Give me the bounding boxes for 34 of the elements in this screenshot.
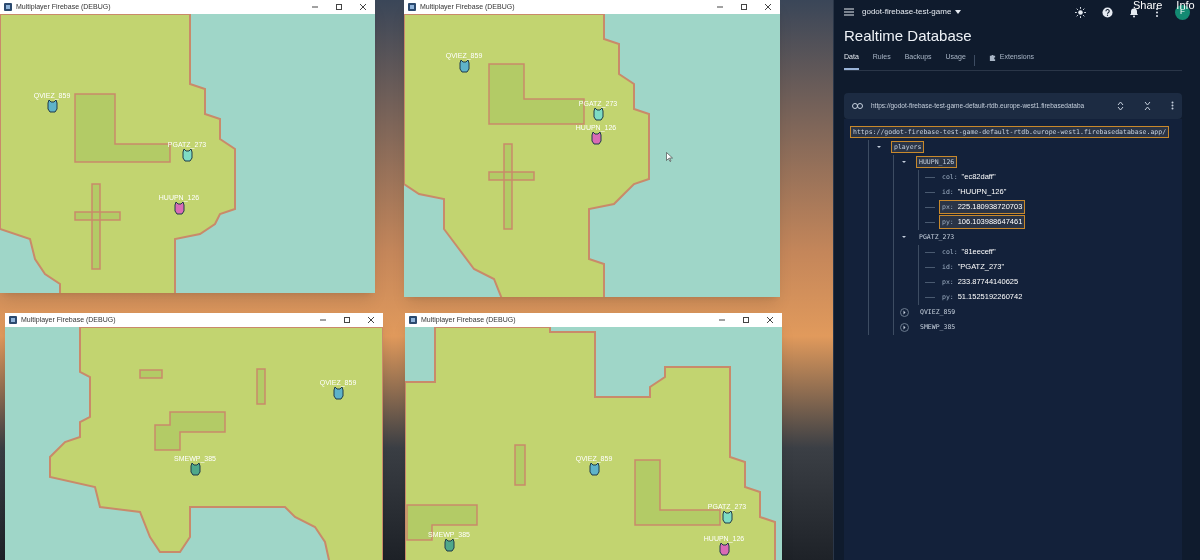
collapse-all-icon[interactable] (1144, 100, 1151, 111)
close-icon[interactable] (367, 316, 375, 324)
overlay-label[interactable]: Share (1133, 0, 1163, 11)
close-icon[interactable] (766, 316, 774, 324)
maximize-icon[interactable] (335, 3, 343, 11)
app-icon (409, 316, 417, 324)
expand-caret-icon[interactable] (900, 158, 908, 166)
app-icon (408, 3, 416, 11)
menu-icon[interactable] (844, 8, 854, 16)
app-icon (9, 316, 17, 324)
more-vert-icon[interactable] (1171, 101, 1174, 110)
page-title: Realtime Database (844, 26, 972, 46)
help-icon[interactable] (1102, 6, 1113, 18)
expand-caret-icon[interactable] (900, 233, 908, 241)
maximize-icon[interactable] (343, 316, 351, 324)
expand-all-icon[interactable] (1117, 100, 1124, 111)
close-icon[interactable] (764, 3, 772, 11)
collapsed-caret-icon[interactable] (900, 322, 909, 332)
link-icon (852, 102, 863, 109)
minimize-icon[interactable] (716, 3, 724, 11)
expand-caret-icon[interactable] (875, 143, 883, 151)
close-icon[interactable] (359, 3, 367, 11)
collapsed-caret-icon[interactable] (900, 307, 909, 317)
caret-icon (955, 10, 962, 14)
maximize-icon[interactable] (740, 3, 748, 11)
minimize-icon[interactable] (319, 316, 327, 324)
theme-sun-icon[interactable] (1075, 6, 1086, 18)
minimize-icon[interactable] (718, 316, 726, 324)
mouse-cursor-icon (666, 152, 673, 162)
project-selector[interactable]: godot-firebase-test-game (862, 6, 962, 18)
maximize-icon[interactable] (742, 316, 750, 324)
app-icon (4, 3, 12, 11)
puzzle-icon (988, 53, 996, 61)
minimize-icon[interactable] (311, 3, 319, 11)
